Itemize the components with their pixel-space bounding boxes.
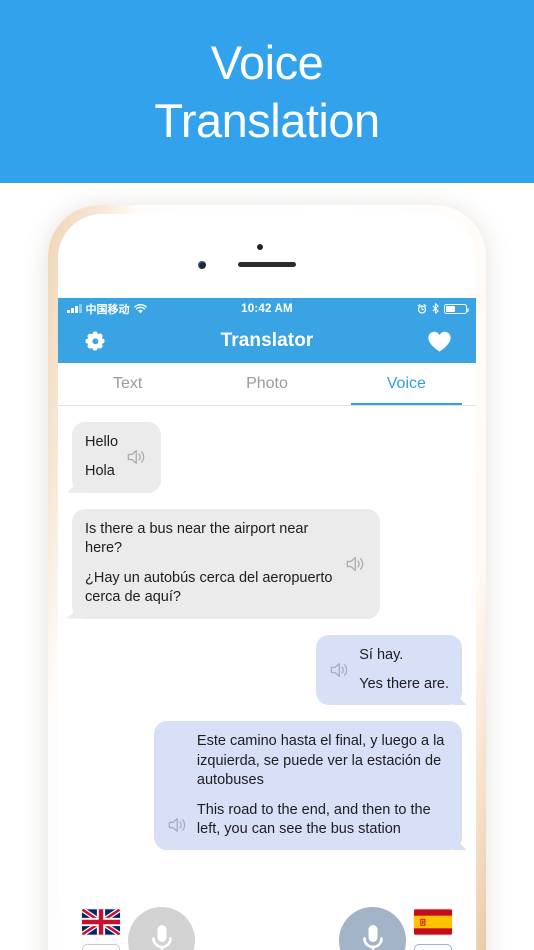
message-texts: Sí hay. Yes there are.	[359, 646, 449, 695]
chat-row: Hello Hola	[72, 422, 462, 493]
bluetooth-icon	[432, 303, 439, 314]
source-language-controls	[82, 906, 195, 950]
message-translated-text: This road to the end, and then to the le…	[196, 801, 431, 838]
message-bubble[interactable]: Is there a bus near the airport near her…	[72, 508, 381, 619]
speaker-icon[interactable]	[345, 554, 367, 574]
status-bar-clock: 10:42 AM	[241, 302, 293, 315]
promo-title-line-1: Voice	[210, 35, 324, 89]
gear-icon	[85, 331, 105, 351]
status-bar-right	[417, 303, 470, 314]
source-microphone-button[interactable]	[128, 906, 195, 950]
heart-icon	[427, 331, 451, 352]
conversation-list[interactable]: Hello Hola Is there a bus near the airpo…	[58, 406, 476, 912]
keyboard-icon[interactable]	[82, 944, 120, 950]
voice-controls-bar	[58, 891, 476, 950]
earpiece-speaker-icon	[238, 262, 296, 267]
promo-title-line-2: Translation	[154, 93, 380, 147]
battery-icon	[444, 303, 470, 314]
message-translated-text: Yes there are.	[359, 675, 449, 692]
spain-flag-icon[interactable]	[414, 909, 452, 935]
phone-device-frame: 中国移动 10:42 AM Translator Text Photo Voic…	[48, 205, 486, 950]
microphone-icon	[362, 925, 383, 950]
chat-row: Este camino hasta el final, y luego a la…	[72, 721, 462, 851]
message-translated-text: ¿Hay un autobús cerca del aeropuerto cer…	[85, 569, 333, 606]
message-source-text: Hello	[85, 434, 119, 450]
message-texts: Este camino hasta el final, y luego a la…	[197, 732, 449, 839]
chat-row: Is there a bus near the airport near her…	[72, 508, 462, 619]
message-source-text: Sí hay.	[359, 646, 404, 663]
tab-bar: Text Photo Voice	[58, 363, 476, 406]
chat-row: Sí hay. Yes there are.	[72, 634, 462, 706]
message-bubble[interactable]: Este camino hasta el final, y luego a la…	[153, 721, 462, 851]
message-source-text: Este camino hasta el final, y luego a la…	[196, 733, 445, 789]
message-translated-text: Hola	[85, 463, 115, 480]
message-bubble[interactable]: Hello Hola	[72, 422, 162, 493]
tab-voice[interactable]: Voice	[337, 363, 476, 405]
uk-flag-icon[interactable]	[82, 909, 120, 935]
target-language-column	[414, 909, 452, 950]
keyboard-icon[interactable]	[414, 944, 452, 950]
app-screenshot: Voice Translation 中国移动 10:42 AM Translat…	[0, 0, 534, 950]
target-language-controls	[339, 906, 452, 950]
status-bar: 中国移动 10:42 AM	[58, 298, 476, 319]
favorites-button[interactable]	[424, 326, 454, 356]
speaker-icon[interactable]	[329, 660, 351, 680]
tab-text[interactable]: Text	[58, 363, 197, 405]
message-texts: Is there a bus near the airport near her…	[85, 520, 337, 608]
nav-bar: Translator	[58, 319, 476, 363]
source-language-column	[82, 909, 120, 950]
phone-screen: 中国移动 10:42 AM Translator Text Photo Voic…	[58, 298, 476, 950]
tab-photo[interactable]: Photo	[197, 363, 336, 405]
promo-banner: Voice Translation	[0, 0, 534, 183]
microphone-icon	[151, 925, 172, 950]
target-microphone-button[interactable]	[339, 906, 406, 950]
speaker-icon[interactable]	[167, 815, 189, 835]
message-source-text: Is there a bus near the airport near her…	[85, 520, 309, 557]
speaker-icon[interactable]	[126, 447, 148, 467]
settings-button[interactable]	[80, 326, 110, 356]
alarm-icon	[417, 303, 427, 314]
proximity-sensor-icon	[257, 244, 263, 250]
page-title: Translator	[220, 330, 314, 351]
message-texts: Hello Hola	[85, 433, 118, 482]
message-bubble[interactable]: Sí hay. Yes there are.	[316, 634, 462, 706]
phone-body: 中国移动 10:42 AM Translator Text Photo Voic…	[58, 214, 476, 950]
front-camera-icon	[198, 261, 206, 269]
